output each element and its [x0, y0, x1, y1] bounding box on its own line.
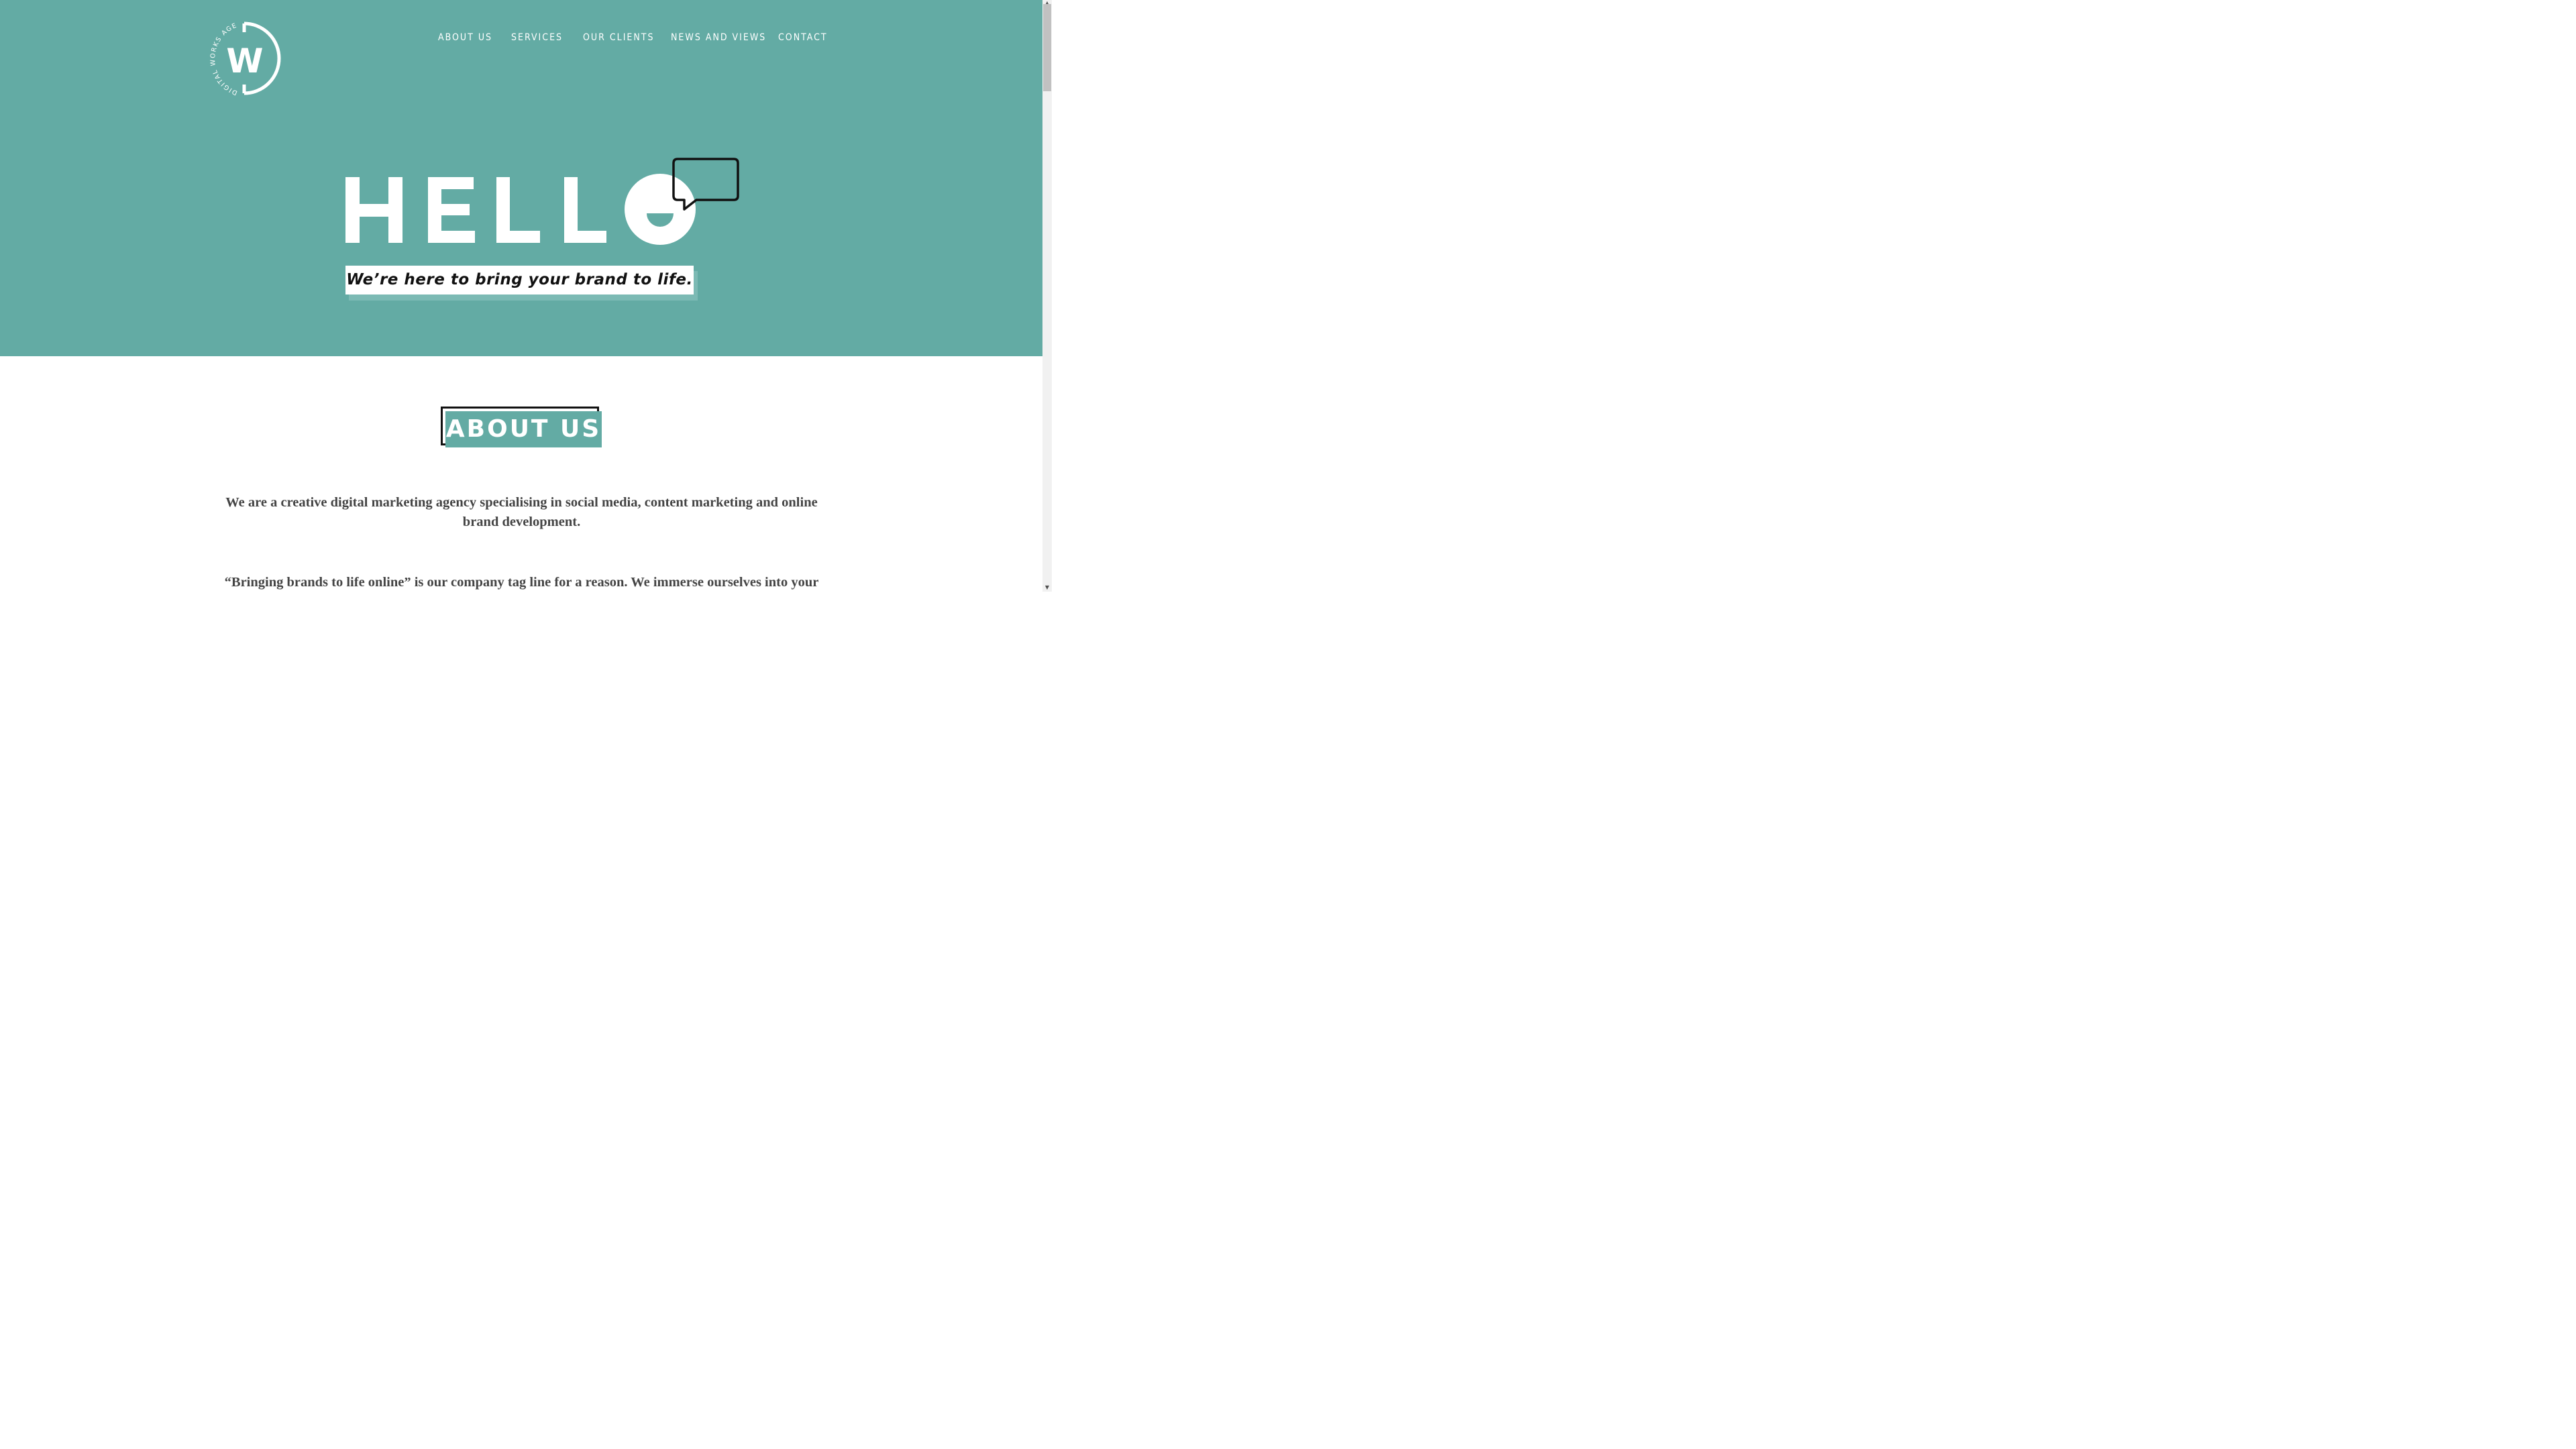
- hero-tagline: We’re here to bring your brand to life.: [345, 266, 694, 294]
- about-paragraph-1: We are a creative digital marketing agen…: [225, 495, 818, 529]
- main-nav: ABOUT US SERVICES OUR CLIENTS NEWS AND V…: [0, 31, 1042, 46]
- page: W DIGITAL WORKS AGENCY ABOUT US SERVICES…: [0, 0, 1042, 592]
- about-paragraph-2: “Bringing brands to life online” is our …: [224, 575, 819, 590]
- scrollbar-thumb[interactable]: [1043, 4, 1051, 91]
- vertical-scrollbar[interactable]: ▲ ▼: [1042, 0, 1052, 592]
- nav-item-contact[interactable]: CONTACT: [778, 31, 828, 44]
- scroll-down-arrow-icon[interactable]: ▼: [1042, 584, 1052, 592]
- nav-item-services[interactable]: SERVICES: [511, 31, 563, 44]
- about-title: ABOUT US: [445, 411, 602, 447]
- nav-item-about-us[interactable]: ABOUT US: [438, 31, 492, 44]
- nav-item-news-and-views[interactable]: NEWS AND VIEWS: [671, 31, 766, 44]
- nav-item-our-clients[interactable]: OUR CLIENTS: [583, 31, 654, 44]
- hero-section: W DIGITAL WORKS AGENCY ABOUT US SERVICES…: [0, 0, 1042, 356]
- logo-letter: W: [226, 42, 263, 80]
